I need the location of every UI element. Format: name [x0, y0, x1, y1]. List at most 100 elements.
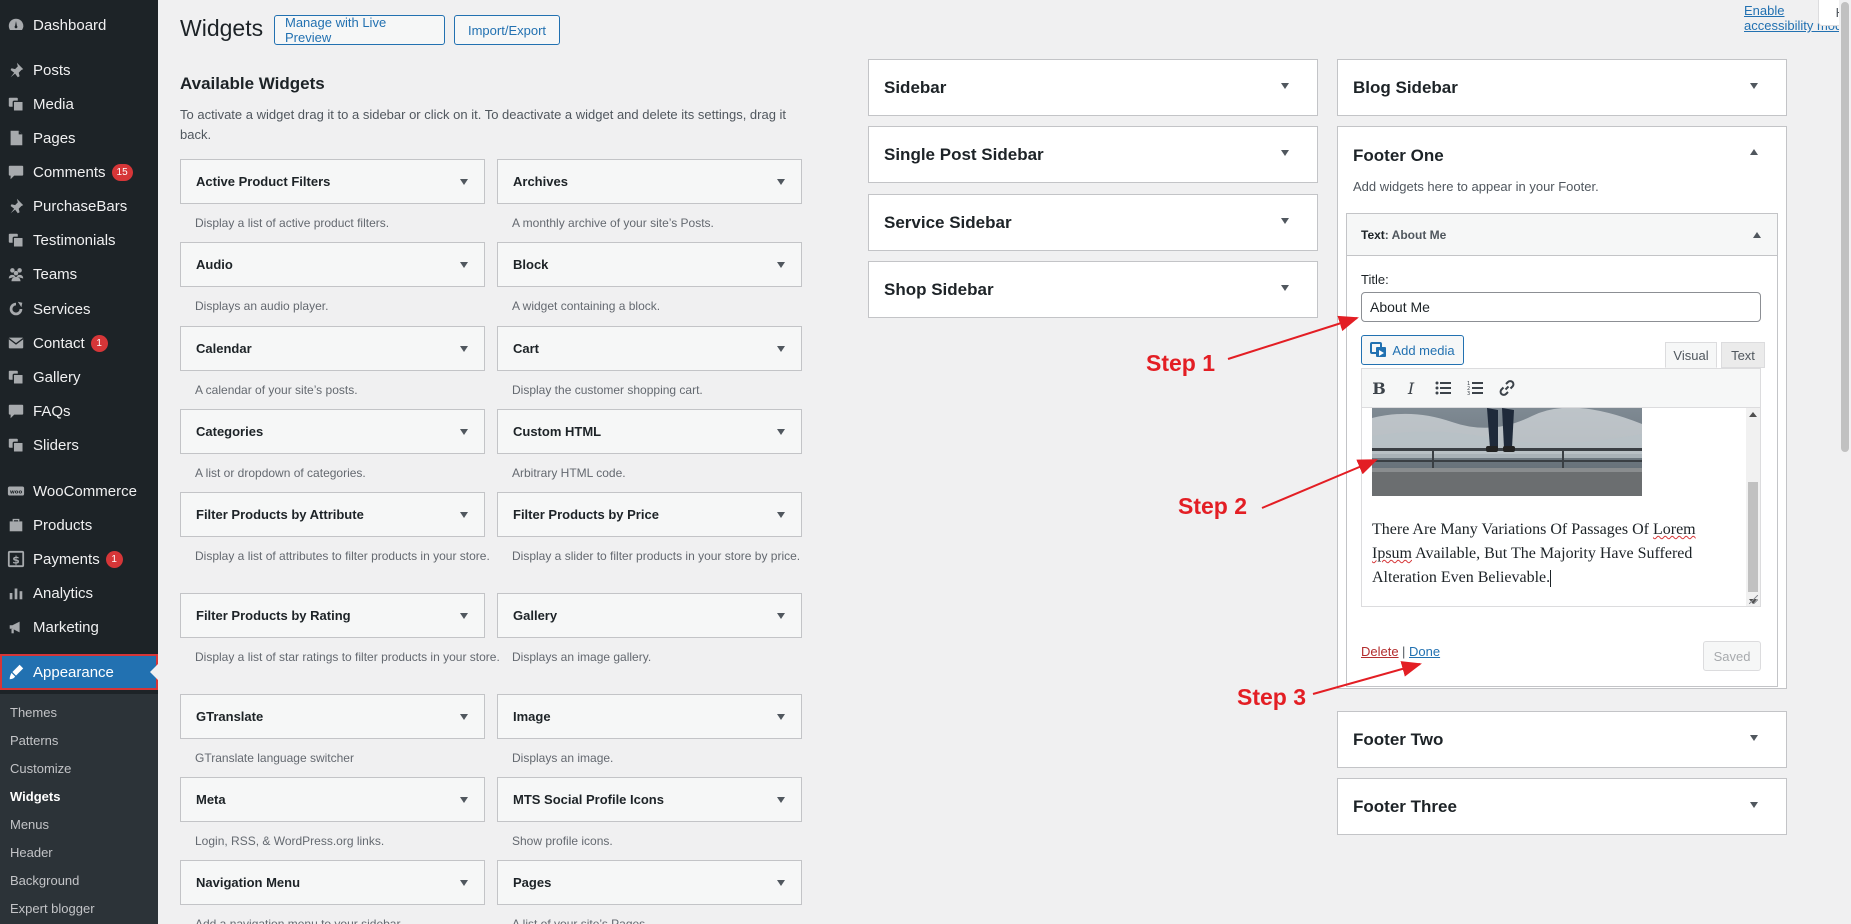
widget-custom-html[interactable]: Custom HTML: [497, 409, 802, 454]
widget-pages[interactable]: Pages: [497, 860, 802, 905]
title-input[interactable]: [1361, 292, 1761, 322]
caret-up-icon[interactable]: [1750, 149, 1758, 155]
live-preview-button[interactable]: Manage with Live Preview: [274, 15, 445, 45]
sidebar-item-woocommerce[interactable]: woo WooCommerce: [0, 474, 158, 508]
caret-down-icon[interactable]: [1281, 285, 1289, 291]
widget-block[interactable]: Block: [497, 242, 802, 287]
delete-link[interactable]: Delete: [1361, 644, 1399, 659]
sidebar-item-sliders[interactable]: Sliders: [0, 428, 158, 462]
caret-down-icon[interactable]: [777, 262, 785, 268]
footer-one-title[interactable]: Footer One: [1353, 146, 1444, 166]
submenu-item-menus[interactable]: Menus: [10, 817, 49, 832]
submenu-item-widgets[interactable]: Widgets: [10, 789, 60, 804]
caret-down-icon[interactable]: [460, 512, 468, 518]
sidebar-item-marketing[interactable]: Marketing: [0, 610, 158, 644]
sidebar-item-gallery[interactable]: Gallery: [0, 360, 158, 394]
sidebar-item-media[interactable]: Media: [0, 87, 158, 121]
sidebar-item-services[interactable]: Services: [0, 292, 158, 326]
caret-down-icon[interactable]: [460, 262, 468, 268]
caret-down-icon[interactable]: [460, 613, 468, 619]
caret-down-icon[interactable]: [777, 613, 785, 619]
sidebar-item-teams[interactable]: Teams: [0, 257, 158, 291]
caret-down-icon[interactable]: [460, 714, 468, 720]
sidebar-item-payments[interactable]: $ Payments 1: [0, 542, 158, 576]
caret-down-icon[interactable]: [777, 797, 785, 803]
submenu-item-header[interactable]: Header: [10, 845, 53, 860]
sidebar-item-products[interactable]: Products: [0, 508, 158, 542]
blog-sidebar[interactable]: Blog Sidebar: [1337, 59, 1787, 116]
numbered-list-icon[interactable]: 123: [1464, 377, 1486, 399]
text-widget-header[interactable]: Text: About Me: [1347, 214, 1777, 256]
import-export-button[interactable]: Import/Export: [454, 15, 560, 45]
caret-down-icon[interactable]: [1750, 83, 1758, 89]
widget-active-product-filters[interactable]: Active Product Filters: [180, 159, 485, 204]
bullet-list-icon[interactable]: [1432, 377, 1454, 399]
caret-down-icon[interactable]: [460, 346, 468, 352]
link-icon[interactable]: [1496, 377, 1518, 399]
sidebar-item-contact[interactable]: Contact 1: [0, 326, 158, 360]
caret-down-icon[interactable]: [460, 880, 468, 886]
widget-image[interactable]: Image: [497, 694, 802, 739]
sidebar-item-posts[interactable]: Posts: [0, 53, 158, 87]
submenu-item-patterns[interactable]: Patterns: [10, 733, 58, 748]
sidebar-footer-two[interactable]: Footer Two: [1337, 711, 1787, 768]
editor-paragraph[interactable]: There Are Many Variations Of Passages Of…: [1372, 518, 1702, 590]
bold-icon[interactable]: B: [1368, 377, 1390, 399]
editor-image[interactable]: [1372, 408, 1642, 496]
caret-down-icon[interactable]: [1750, 735, 1758, 741]
tab-visual[interactable]: Visual: [1665, 342, 1717, 368]
widget-filter-products-by-attribute[interactable]: Filter Products by Attribute: [180, 492, 485, 537]
sidebar-item-testimonials[interactable]: Testimonials: [0, 223, 158, 257]
widget-filter-products-by-price[interactable]: Filter Products by Price: [497, 492, 802, 537]
sidebar-service-sidebar[interactable]: Service Sidebar: [868, 194, 1318, 251]
widget-gtranslate[interactable]: GTranslate: [180, 694, 485, 739]
tab-text[interactable]: Text: [1721, 342, 1765, 368]
widget-navigation-menu[interactable]: Navigation Menu: [180, 860, 485, 905]
widget-calendar[interactable]: Calendar: [180, 326, 485, 371]
editor-scroll-thumb[interactable]: [1748, 482, 1758, 592]
caret-down-icon[interactable]: [460, 179, 468, 185]
page-scrollbar[interactable]: [1839, 0, 1851, 924]
caret-down-icon[interactable]: [1281, 83, 1289, 89]
editor-scrollbar[interactable]: [1746, 408, 1760, 606]
caret-down-icon[interactable]: [777, 429, 785, 435]
resize-handle-icon[interactable]: [1749, 595, 1758, 604]
widget-meta[interactable]: Meta: [180, 777, 485, 822]
sidebar-item-pages[interactable]: Pages: [0, 121, 158, 155]
caret-down-icon[interactable]: [777, 512, 785, 518]
caret-down-icon[interactable]: [460, 429, 468, 435]
caret-down-icon[interactable]: [1281, 150, 1289, 156]
caret-down-icon[interactable]: [777, 714, 785, 720]
scroll-up-icon[interactable]: [1749, 412, 1757, 417]
caret-down-icon[interactable]: [777, 346, 785, 352]
italic-icon[interactable]: I: [1400, 377, 1422, 399]
widget-categories[interactable]: Categories: [180, 409, 485, 454]
done-link[interactable]: Done: [1409, 644, 1440, 659]
sidebar-single-post-sidebar[interactable]: Single Post Sidebar: [868, 126, 1318, 183]
submenu-item-expert-blogger[interactable]: Expert blogger: [10, 901, 95, 916]
caret-up-icon[interactable]: [1753, 232, 1761, 238]
widget-filter-products-by-rating[interactable]: Filter Products by Rating: [180, 593, 485, 638]
submenu-item-background[interactable]: Background: [10, 873, 79, 888]
caret-down-icon[interactable]: [777, 880, 785, 886]
sidebar-sidebar[interactable]: Sidebar: [868, 59, 1318, 116]
editor-content-area[interactable]: There Are Many Variations Of Passages Of…: [1361, 407, 1761, 607]
caret-down-icon[interactable]: [460, 797, 468, 803]
sidebar-item-analytics[interactable]: Analytics: [0, 576, 158, 610]
submenu-item-themes[interactable]: Themes: [10, 705, 57, 720]
submenu-item-customize[interactable]: Customize: [10, 761, 71, 776]
sidebar-footer-three[interactable]: Footer Three: [1337, 778, 1787, 835]
add-media-button[interactable]: Add media: [1361, 335, 1464, 365]
sidebar-item-dashboard[interactable]: Dashboard: [0, 8, 158, 42]
sidebar-item-faqs[interactable]: FAQs: [0, 394, 158, 428]
caret-down-icon[interactable]: [1281, 218, 1289, 224]
widget-mts-social-profile-icons[interactable]: MTS Social Profile Icons: [497, 777, 802, 822]
caret-down-icon[interactable]: [1750, 802, 1758, 808]
widget-cart[interactable]: Cart: [497, 326, 802, 371]
sidebar-item-appearance[interactable]: Appearance: [0, 654, 158, 690]
caret-down-icon[interactable]: [777, 179, 785, 185]
page-scroll-thumb[interactable]: [1841, 2, 1849, 452]
sidebar-shop-sidebar[interactable]: Shop Sidebar: [868, 261, 1318, 318]
widget-gallery[interactable]: Gallery: [497, 593, 802, 638]
sidebar-item-purchasebars[interactable]: PurchaseBars: [0, 189, 158, 223]
